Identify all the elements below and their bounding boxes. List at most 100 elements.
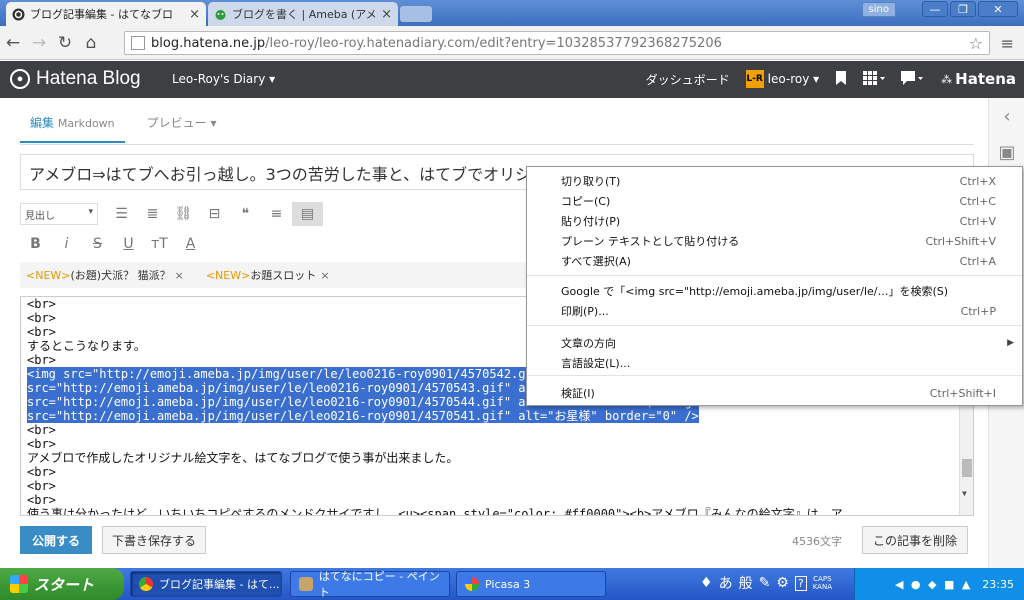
photo-icon[interactable]: ▣ (989, 134, 1024, 170)
context-menu-item[interactable]: 貼り付け(P) Ctrl+V (527, 211, 1022, 231)
taskbar-item-picasa[interactable]: Picasa 3 (456, 571, 606, 597)
hatena-logo-icon: ● (10, 69, 30, 89)
shortcut-label: Ctrl+A (959, 254, 996, 268)
chrome-icon (139, 577, 153, 591)
table-icon[interactable]: ▤ (292, 202, 323, 226)
collapse-chevron-icon[interactable]: ‹ (989, 98, 1024, 134)
tab-close-icon[interactable]: × (189, 7, 200, 22)
context-menu-item[interactable]: 切り取り(T) Ctrl+X (527, 171, 1022, 191)
header-right: ダッシュボード L-R leo-roy ▾ ⁂ Hatena (646, 70, 1016, 88)
ime-pad-icon[interactable]: ✎ (759, 575, 771, 591)
browser-tab-ameba[interactable]: ブログを書く | Ameba (アメー × (208, 2, 398, 26)
publish-button[interactable]: 公開する (20, 526, 92, 554)
remove-tag-icon[interactable]: × (320, 269, 329, 282)
context-menu-item[interactable]: Google で「<img src="http://emoji.ameba.jp… (527, 281, 1022, 301)
ime-mode[interactable]: あ (719, 573, 733, 593)
taskbar-item-chrome[interactable]: ブログ記事編集 - はて... (130, 571, 282, 597)
hatena-blog-logo[interactable]: ● Hatena Blog (10, 68, 141, 90)
reload-icon[interactable]: ↻ (52, 33, 78, 53)
link-icon[interactable]: ⛓ (168, 202, 199, 226)
context-menu-item[interactable]: プレーン テキストとして貼り付ける Ctrl+Shift+V (527, 231, 1022, 251)
tab-edit[interactable]: 編集 Markdown (20, 114, 125, 143)
bookmark-star-icon[interactable]: ☆ (969, 34, 983, 53)
shortcut-label: Ctrl+Shift+V (925, 234, 996, 248)
forward-arrow-icon[interactable]: → (26, 33, 52, 53)
remove-tag-icon[interactable]: × (175, 269, 184, 282)
ime-help-icon[interactable]: ? (794, 575, 807, 591)
underline-icon[interactable]: U (113, 232, 144, 256)
user-menu[interactable]: L-R leo-roy ▾ (745, 70, 819, 88)
body-line: <br> (27, 493, 56, 507)
quote-icon[interactable]: ❝ (230, 202, 261, 226)
hatena-mark-icon: ⁂ (941, 72, 953, 86)
body-line: <br> (27, 465, 56, 479)
body-line: src="http://emoji.ameba.jp/img/user/le/l… (27, 409, 967, 423)
taskbar-item-paint[interactable]: はてなにコピー - ペイント (290, 570, 450, 599)
profile-badge[interactable]: sino (861, 2, 896, 17)
delete-entry-button[interactable]: この記事を削除 (862, 526, 968, 554)
shortcut-label: Ctrl+C (959, 194, 996, 208)
read-more-icon[interactable]: ≡ (261, 202, 292, 226)
char-count: 4536文字 (792, 535, 842, 548)
bold-icon[interactable]: B (20, 232, 51, 256)
body-line: <br> (27, 437, 56, 451)
tab-close-icon[interactable]: × (381, 7, 392, 22)
ime-toggle-icon[interactable]: ♦ (700, 575, 713, 591)
home-icon[interactable]: ⌂ (78, 33, 104, 53)
tray-icons[interactable]: ◀ ● ◆ ■ ▲ (895, 578, 972, 591)
context-menu-item[interactable]: 言語設定(L)... (527, 353, 1022, 373)
context-menu-item[interactable]: 印刷(P)... Ctrl+P (527, 301, 1022, 321)
ime-conversion[interactable]: 般 (739, 573, 753, 593)
strikethrough-icon[interactable]: S (82, 232, 113, 256)
font-size-icon[interactable]: тT (144, 232, 175, 256)
italic-icon[interactable]: i (51, 232, 82, 256)
topic-tag[interactable]: <NEW>(お題)犬派？ 猫派？ × (26, 267, 184, 283)
new-tab-button[interactable] (400, 6, 432, 22)
dashboard-link[interactable]: ダッシュボード (646, 71, 730, 88)
scroll-thumb[interactable] (962, 459, 972, 477)
clock[interactable]: 23:35 (982, 578, 1014, 591)
menu-separator (527, 275, 1022, 276)
text-color-icon[interactable]: A (175, 232, 206, 256)
notification-speech-icon[interactable] (901, 70, 925, 88)
blog-name-menu[interactable]: Leo-Roy's Diary ▾ (172, 72, 275, 86)
browser-tab-hatena[interactable]: ブログ記事編集 - はてなブロ × (6, 2, 206, 26)
horizontal-rule-icon[interactable]: ⊟ (199, 202, 230, 226)
apps-grid-icon[interactable] (863, 70, 886, 88)
tab-title: ブログ記事編集 - はてなブロ (30, 8, 173, 21)
bookmark-icon[interactable] (835, 70, 847, 88)
tab-preview[interactable]: プレビュー ▾ (147, 114, 217, 143)
save-draft-button[interactable]: 下書き保存する (102, 526, 206, 554)
maximize-icon[interactable]: ❐ (950, 1, 976, 17)
body-line: 使う事は分かったけど、いちいちコピペするのメンドクサイですし。<u><span … (27, 507, 843, 516)
topic-tag[interactable]: <NEW>お題スロット × (206, 267, 330, 283)
hatena-brand-link[interactable]: ⁂ Hatena (941, 70, 1016, 88)
bullet-list-icon[interactable]: ☰ (106, 202, 137, 226)
chrome-menu-icon[interactable]: ≡ (1001, 34, 1014, 53)
scroll-down-icon[interactable]: ▼ (962, 487, 967, 501)
ime-tools-icon[interactable]: ⚙ (776, 575, 789, 591)
system-tray: ◀ ● ◆ ■ ▲ 23:35 (854, 568, 1024, 600)
context-menu-item[interactable]: 検証(I) Ctrl+Shift+I (527, 383, 1022, 403)
browser-tab-strip: ブログ記事編集 - はてなブロ × ブログを書く | Ameba (アメー × … (0, 0, 1024, 26)
minimize-icon[interactable]: — (922, 1, 948, 17)
format-toolbar-row-2: B i S U тT A (20, 232, 206, 256)
browser-toolbar: ← → ↻ ⌂ blog.hatena.ne.jp/leo-roy/leo-ro… (0, 26, 1024, 60)
body-line: <br> (27, 423, 56, 437)
back-arrow-icon[interactable]: ← (0, 33, 26, 53)
format-toolbar-row-1: 見出し ☰ ≣ ⛓ ⊟ ❝ ≡ ▤ (20, 202, 323, 226)
numbered-list-icon[interactable]: ≣ (137, 202, 168, 226)
address-bar[interactable]: blog.hatena.ne.jp/leo-roy/leo-roy.hatena… (124, 31, 990, 55)
url-host: blog.hatena.ne.jp (151, 35, 266, 51)
shortcut-label: Ctrl+Shift+I (929, 386, 996, 400)
close-icon[interactable]: ✕ (978, 1, 1018, 17)
context-menu-item[interactable]: すべて選択(A) Ctrl+A (527, 251, 1022, 271)
start-button[interactable]: スタート (0, 568, 124, 600)
selected-text: src="http://emoji.ameba.jp/img/user/le/l… (27, 409, 699, 423)
context-menu-item[interactable]: コピー(C) Ctrl+C (527, 191, 1022, 211)
shortcut-label: Ctrl+P (960, 304, 996, 318)
page-icon (131, 36, 145, 50)
heading-select[interactable]: 見出し (20, 203, 98, 225)
context-menu-item[interactable]: 文章の方向 ▶ (527, 333, 1022, 353)
windows-flag-icon (10, 575, 28, 593)
